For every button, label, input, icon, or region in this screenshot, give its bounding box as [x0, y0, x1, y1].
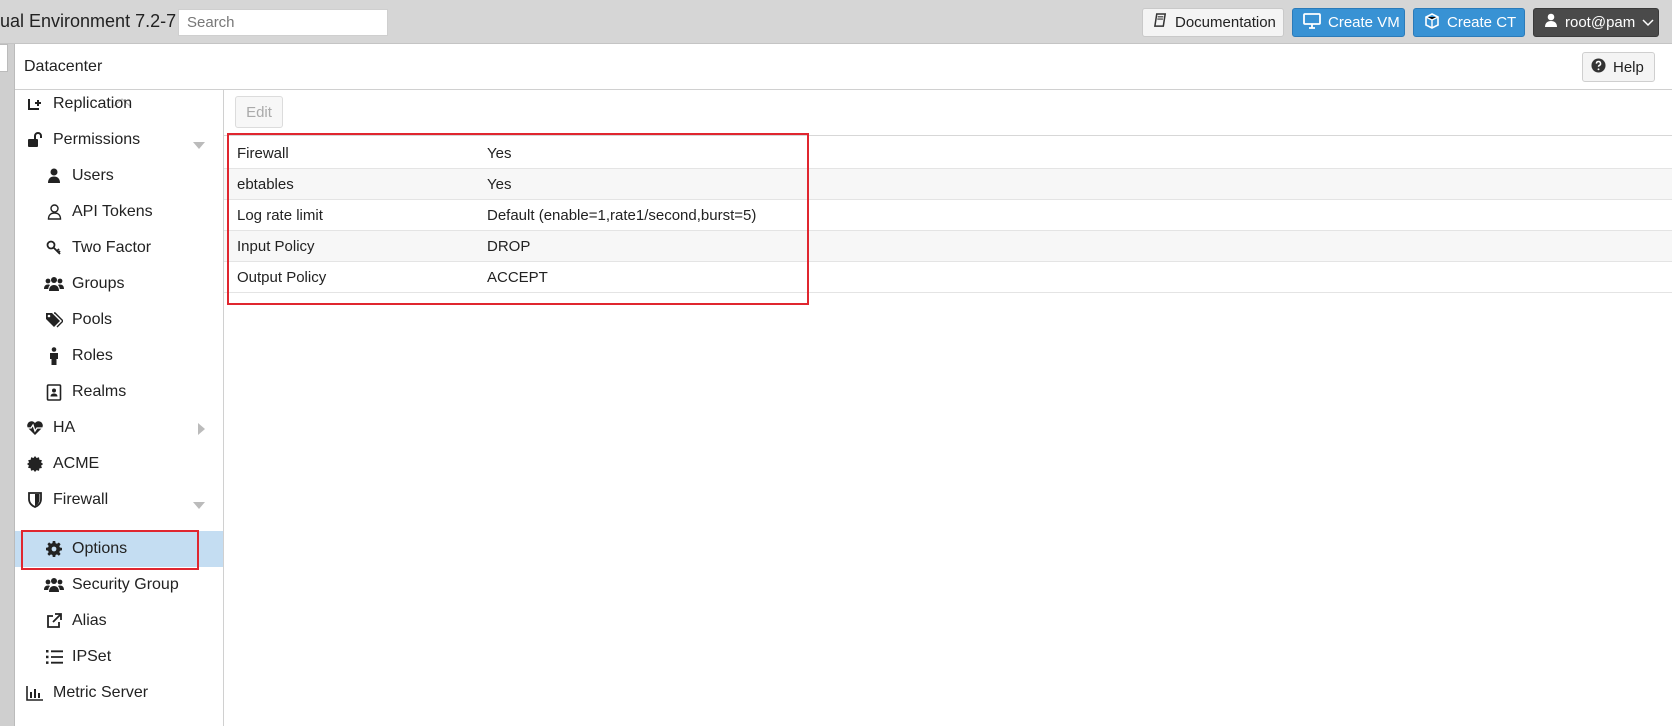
datacenter-sidebar[interactable]: Replication Permissions Users API Tokens…	[15, 90, 224, 726]
create-ct-label: Create CT	[1447, 14, 1517, 31]
option-value: ACCEPT	[487, 268, 548, 286]
heartbeat-icon	[25, 418, 45, 438]
help-button[interactable]: Help	[1582, 52, 1655, 82]
top-bar: ual Environment 7.2-7 Documentation Crea…	[0, 0, 1672, 44]
option-key: Output Policy	[237, 268, 327, 286]
page-title: Datacenter	[24, 58, 103, 75]
unlock-icon	[25, 130, 45, 150]
create-ct-button[interactable]: Create CT	[1413, 8, 1525, 37]
user-icon	[1544, 13, 1558, 32]
table-row[interactable]: Log rate limit Default (enable=1,rate1/s…	[224, 200, 1672, 231]
sidebar-item-permissions[interactable]: Permissions	[15, 122, 223, 158]
male-icon	[44, 346, 64, 366]
content-header: Datacenter Help	[15, 44, 1672, 90]
edit-button[interactable]: Edit	[235, 96, 283, 128]
sidebar-item-alias[interactable]: Alias	[15, 603, 223, 639]
option-value: Default (enable=1,rate1/second,burst=5)	[487, 206, 757, 224]
user-icon	[44, 166, 64, 186]
book-icon	[1153, 13, 1168, 32]
certificate-icon	[25, 454, 45, 474]
sidebar-item-security-group[interactable]: Security Group	[15, 567, 223, 603]
sidebar-item-label: Alias	[72, 612, 107, 629]
create-vm-label: Create VM	[1328, 14, 1400, 31]
replication-icon	[25, 94, 45, 114]
sidebar-item-label: Groups	[72, 275, 125, 292]
sidebar-item-label: Permissions	[53, 131, 141, 148]
help-label: Help	[1613, 58, 1644, 76]
table-row[interactable]: ebtables Yes	[224, 169, 1672, 200]
sidebar-item-groups[interactable]: Groups	[15, 266, 223, 302]
sidebar-item-firewall[interactable]: Firewall	[15, 482, 223, 518]
tags-icon	[44, 310, 64, 330]
collapse-handle[interactable]	[0, 44, 8, 72]
sidebar-item-realms[interactable]: Realms	[15, 374, 223, 410]
key-icon	[44, 238, 64, 258]
firewall-options-panel: Edit Firewall Yes ebtables Yes Log rate …	[224, 90, 1672, 726]
panel-toolbar: Edit	[224, 90, 1672, 136]
sidebar-item-label: Roles	[72, 347, 113, 364]
collapse-arrow-icon[interactable]	[193, 136, 205, 154]
option-value: Yes	[487, 175, 512, 193]
sidebar-item-acme[interactable]: ACME	[15, 446, 223, 482]
collapse-arrow-icon[interactable]	[193, 496, 205, 514]
user-outline-icon	[44, 202, 64, 222]
expand-arrow-icon[interactable]	[198, 422, 205, 440]
users-icon	[44, 575, 64, 595]
sidebar-item-pools[interactable]: Pools	[15, 302, 223, 338]
sidebar-item-label: Realms	[72, 383, 127, 400]
sidebar-item-label: Firewall	[53, 491, 109, 508]
sidebar-item-label: Pools	[72, 311, 113, 328]
external-link-icon	[44, 611, 64, 631]
sidebar-item-metric-server[interactable]: Metric Server	[15, 675, 223, 711]
sidebar-item-two-factor[interactable]: Two Factor	[15, 230, 223, 266]
option-value: Yes	[487, 144, 512, 162]
sidebar-item-label: HA	[53, 419, 76, 436]
chevron-down-icon	[1642, 14, 1654, 31]
cube-icon	[1424, 12, 1440, 33]
sidebar-item-ipset[interactable]: IPSet	[15, 639, 223, 675]
address-book-icon	[44, 382, 64, 402]
table-row[interactable]: Output Policy ACCEPT	[224, 262, 1672, 293]
sidebar-item-label: IPSet	[72, 648, 112, 665]
shield-icon	[25, 490, 45, 510]
gear-icon	[44, 539, 64, 559]
option-key: Firewall	[237, 144, 289, 162]
sidebar-item-users[interactable]: Users	[15, 158, 223, 194]
users-icon	[44, 274, 64, 294]
sidebar-item-api-tokens[interactable]: API Tokens	[15, 194, 223, 230]
user-menu-button[interactable]: root@pam	[1533, 8, 1659, 37]
question-circle-icon	[1591, 57, 1606, 77]
list-icon	[44, 647, 64, 667]
option-key: Log rate limit	[237, 206, 323, 224]
sidebar-item-label: Metric Server	[53, 684, 149, 701]
bar-chart-icon	[25, 683, 45, 703]
sidebar-item-label: Security Group	[72, 576, 179, 593]
sidebar-item-label: Two Factor	[72, 239, 152, 256]
sidebar-item-label: Users	[72, 167, 114, 184]
sidebar-item-label: ACME	[53, 455, 100, 472]
user-label: root@pam	[1565, 14, 1636, 31]
resource-tree-edge	[0, 44, 15, 726]
sidebar-item-replication[interactable]: Replication	[15, 90, 223, 122]
option-value: DROP	[487, 237, 531, 255]
table-row[interactable]: Input Policy DROP	[224, 231, 1672, 262]
sidebar-item-options[interactable]: Options	[15, 531, 223, 567]
sidebar-item-roles[interactable]: Roles	[15, 338, 223, 374]
create-vm-button[interactable]: Create VM	[1292, 8, 1405, 37]
options-grid: Firewall Yes ebtables Yes Log rate limit…	[224, 138, 1672, 293]
sidebar-item-ha[interactable]: HA	[15, 410, 223, 446]
search-input[interactable]	[178, 9, 388, 36]
sidebar-item-label: Replication	[53, 95, 133, 112]
sidebar-item-label: API Tokens	[72, 203, 153, 220]
option-key: Input Policy	[237, 237, 315, 255]
table-row[interactable]: Firewall Yes	[224, 138, 1672, 169]
documentation-label: Documentation	[1175, 14, 1276, 31]
sidebar-item-label: Options	[72, 540, 128, 557]
option-key: ebtables	[237, 175, 294, 193]
documentation-button[interactable]: Documentation	[1142, 8, 1284, 37]
desktop-icon	[1303, 12, 1321, 33]
app-title: ual Environment 7.2-7	[0, 11, 177, 31]
